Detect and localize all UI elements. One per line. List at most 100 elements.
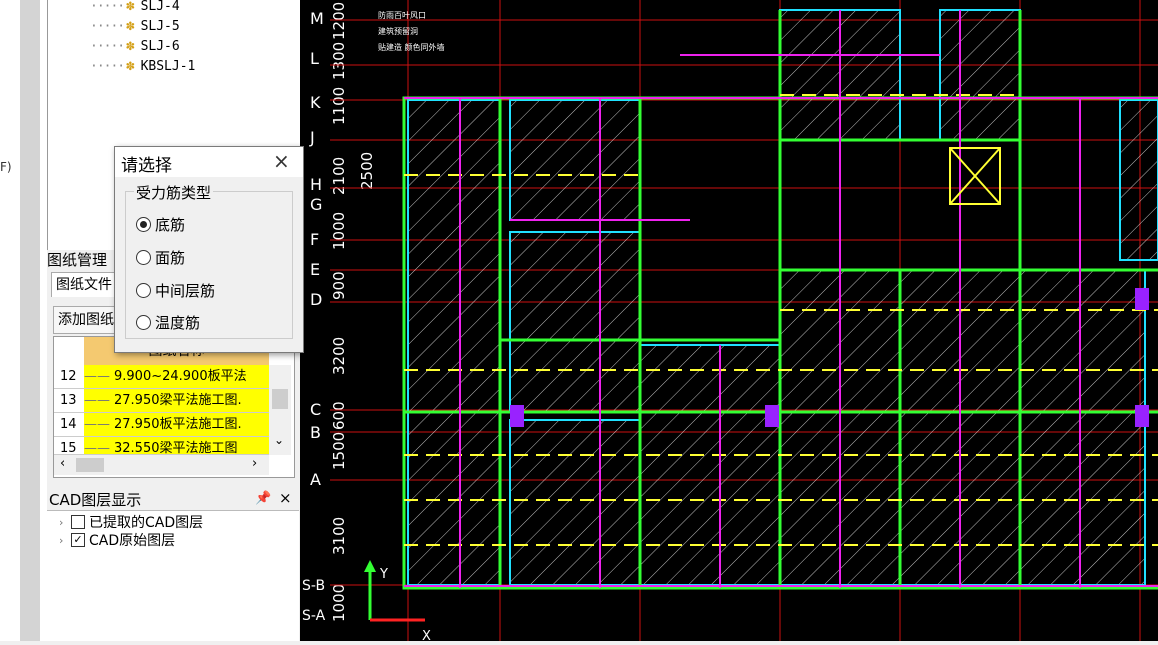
dimension-text: 2500 [358,152,376,190]
grid-label: L [310,49,319,68]
dialog-title: 请选择 [121,156,172,176]
drawing-name: 27.950梁平法施工图. [114,393,242,408]
dimension-text: 1100 [330,87,348,125]
radio-unselected-icon[interactable] [136,314,151,330]
grid-label: M [310,9,324,28]
chevron-down-icon[interactable]: ⌄ [274,433,284,447]
dimension-text: 2100 [330,157,348,195]
layer-label: CAD原始图层 [89,533,176,549]
grid-label: K [310,93,321,112]
radio-label: 温度筋 [155,313,201,332]
component-icon: ✽ [126,58,135,74]
dimension-text: 1300 [330,42,348,80]
group-label: 受力筋类型 [134,182,214,203]
close-icon[interactable]: × [273,149,290,173]
grid-label: E [310,260,320,279]
drawing-name-cell: —— 9.900~24.900板平法 [84,365,269,389]
drawing-name: 32.550梁平法施工图 [114,441,238,455]
layer-item-extracted[interactable]: › 已提取的CAD图层 [59,512,203,532]
vertical-scrollbar[interactable]: ⌄ [269,365,291,455]
cad-drawing-canvas[interactable]: M L K J H G F E D C B A S-B S-A 1200 130… [300,0,1158,644]
chevron-left-icon[interactable]: ‹ [60,456,65,471]
tree-connector: ····· [90,58,125,74]
radio-unselected-icon[interactable] [136,249,151,265]
drawing-table: 图纸名称 12 ——9.900~24.900板平法 13 ——27.950梁平法… [53,336,295,478]
tree-item[interactable]: ····· ✽ KBSLJ-1 [90,56,195,76]
radio-label: 中间层筋 [155,281,216,300]
radio-selected-icon[interactable] [136,216,151,232]
table-row[interactable]: 12 —— 9.900~24.900板平法 [54,365,269,389]
component-icon: ✽ [126,18,135,34]
grid-label: A [310,470,321,489]
radio-middle-rebar[interactable]: 中间层筋 [136,278,215,302]
cad-layer-panel: CAD图层显示 📌 × › 已提取的CAD图层 › ✓ CAD原始图层 [47,489,299,641]
grid-label: H [310,175,322,194]
table-row[interactable]: 15 —— 32.550梁平法施工图 [54,437,269,456]
tree-item-label: SLJ-4 [140,0,180,14]
dimension-text: 1000 [330,212,348,250]
axis-y-label: Y [379,567,388,582]
checkbox-checked[interactable]: ✓ [71,533,85,547]
grid-label: F [310,230,319,249]
grid-label: J [309,128,315,147]
left-fragment-text: F) [0,160,12,174]
checkbox-unchecked[interactable] [71,515,85,529]
chevron-right-icon[interactable]: › [252,456,257,471]
dialog-titlebar[interactable]: 请选择 × [115,147,303,177]
dimension-text: 600 [330,401,348,430]
tree-item[interactable]: ····· ✽ SLJ-5 [90,16,180,36]
radio-label: 面筋 [155,248,186,267]
dimension-text: 1500 [330,432,348,470]
component-icon: ✽ [126,0,135,14]
radio-label: 底筋 [155,215,186,234]
drawing-name: 27.950板平法施工图. [114,417,242,432]
table-row[interactable]: 14 —— 27.950板平法施工图. [54,413,269,437]
radio-bottom-rebar[interactable]: 底筋 [136,212,185,236]
grid-label: S-A [302,608,326,624]
grid-label: B [310,423,321,442]
tree-connector: ····· [90,38,125,54]
cad-drawing: M L K J H G F E D C B A S-B S-A 1200 130… [302,0,1158,644]
dimension-text: 1000 [330,584,348,622]
scroll-thumb[interactable] [272,389,288,409]
row-number: 14 [54,413,84,437]
radio-temperature-rebar[interactable]: 温度筋 [136,310,200,334]
tree-connector: ····· [90,0,125,14]
grid-label: S-B [302,578,325,594]
drawing-name: 9.900~24.900板平法 [114,369,247,384]
drawing-name-cell: —— 27.950梁平法施工图. [84,389,269,413]
tree-item[interactable]: ····· ✽ SLJ-4 [90,0,180,16]
row-number: 12 [54,365,84,389]
cad-note: 建筑预留洞 [378,26,418,36]
expand-arrow-icon[interactable]: › [59,516,71,529]
cad-layer-titlebar: CAD图层显示 📌 × [47,489,299,511]
tree-item-label: SLJ-6 [140,38,180,54]
radio-top-rebar[interactable]: 面筋 [136,245,185,269]
drawing-name-cell: —— 27.950板平法施工图. [84,413,269,437]
component-icon: ✽ [126,38,135,54]
row-number: 15 [54,437,84,456]
horizontal-scrollbar[interactable]: ‹ › [54,455,269,475]
tree-connector: ····· [90,18,125,34]
cad-note: 防雨百叶风口 [378,10,426,20]
tree-item[interactable]: ····· ✽ SLJ-6 [90,36,180,56]
panel-title: 图纸管理 [47,251,108,269]
table-row[interactable]: 13 —— 27.950梁平法施工图. [54,389,269,413]
tree-item-label: SLJ-5 [140,18,180,34]
radio-unselected-icon[interactable] [136,282,151,298]
select-dialog: 请选择 × 受力筋类型 底筋 面筋 中间层筋 温度筋 [114,146,304,353]
left-strip [0,0,47,641]
scroll-thumb[interactable] [76,458,104,472]
dimension-text: 3200 [330,337,348,375]
expand-arrow-icon[interactable]: › [59,534,71,547]
drawing-name-cell: —— 32.550梁平法施工图 [84,437,269,455]
rebar-type-group: 受力筋类型 底筋 面筋 中间层筋 温度筋 [125,182,293,339]
left-scrollbar[interactable] [20,0,40,641]
cad-note: 贴建造 颜色同外墙 [378,42,445,52]
pin-icon[interactable]: 📌 [255,491,271,506]
dimension-text: 900 [330,271,348,300]
dimension-text: 3100 [330,517,348,555]
layer-item-original[interactable]: › ✓ CAD原始图层 [59,530,175,550]
grid-label: G [310,195,322,214]
close-icon[interactable]: × [279,489,292,507]
